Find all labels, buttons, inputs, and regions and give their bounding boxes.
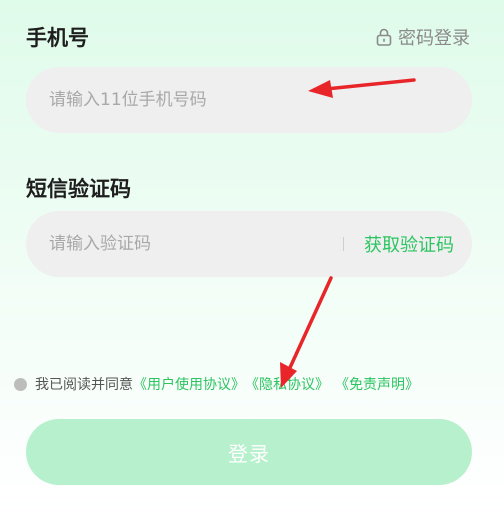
- phone-label: 手机号: [26, 26, 89, 50]
- agreement-row: 我已阅读并同意 《用户使用协议》 《隐私协议》 《免责声明》: [14, 374, 490, 394]
- password-login-label: 密码登录: [398, 28, 470, 49]
- disclaimer-link[interactable]: 《免责声明》: [335, 374, 419, 394]
- user-agreement-link[interactable]: 《用户使用协议》: [133, 374, 245, 394]
- phone-field[interactable]: [26, 67, 472, 133]
- get-code-button[interactable]: 获取验证码: [364, 231, 472, 257]
- agree-radio[interactable]: [14, 377, 27, 391]
- code-label: 短信验证码: [26, 177, 131, 201]
- lock-icon: [376, 28, 392, 46]
- phone-input[interactable]: [26, 67, 472, 133]
- annotation-arrow-2: [280, 276, 333, 388]
- code-input[interactable]: [26, 211, 343, 277]
- password-login-link[interactable]: 密码登录: [376, 24, 470, 50]
- field-divider: [343, 237, 344, 251]
- login-button[interactable]: 登录: [26, 419, 472, 485]
- code-field[interactable]: 获取验证码: [26, 211, 472, 277]
- agreement-text: 我已阅读并同意: [35, 377, 133, 393]
- privacy-link[interactable]: 《隐私协议》: [245, 374, 329, 394]
